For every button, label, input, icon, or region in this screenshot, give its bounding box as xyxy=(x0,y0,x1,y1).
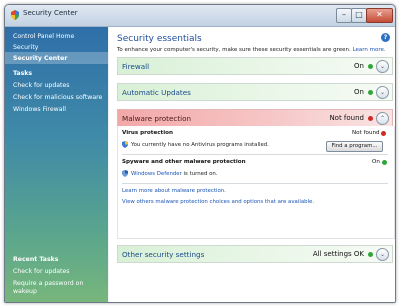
firewall-status-dot-icon xyxy=(368,64,373,69)
other-security-settings-section[interactable]: Other security settings All settings OK … xyxy=(117,245,393,263)
windows-defender-link[interactable]: Windows Defender xyxy=(131,171,182,177)
security-center-icon xyxy=(11,10,19,20)
malware-protection-label: Malware protection xyxy=(122,114,192,123)
automatic-updates-section[interactable]: Automatic Updates On ⌄ xyxy=(117,83,393,101)
window-title: Security Center xyxy=(23,9,78,17)
security-shield-icon xyxy=(122,141,128,148)
main-content: ? Security essentials To enhance your co… xyxy=(109,27,395,302)
spyware-protection-title: Spyware and other malware protection xyxy=(122,159,246,165)
learn-more-link[interactable]: Learn more. xyxy=(353,47,386,53)
sidebar-item-security-center[interactable]: Security Center xyxy=(13,55,67,62)
sidebar: Control Panel Home Security Security Cen… xyxy=(5,27,108,302)
other-security-settings-label: Other security settings xyxy=(122,250,205,259)
recent-task-check-for-updates[interactable]: Check for updates xyxy=(13,268,70,275)
automatic-updates-status: On xyxy=(354,88,364,96)
virus-protection-title: Virus protection xyxy=(122,130,173,136)
windows-defender-line: Windows Defender is turned on. xyxy=(131,171,218,177)
other-security-expand-chevron-icon[interactable]: ⌄ xyxy=(376,248,389,261)
task-windows-firewall[interactable]: Windows Firewall xyxy=(13,106,66,113)
intro-text: To enhance your computer's security, mak… xyxy=(117,47,386,53)
find-a-program-button[interactable]: Find a program... xyxy=(326,141,383,152)
automatic-updates-expand-chevron-icon[interactable]: ⌄ xyxy=(376,86,389,99)
malware-protection-details: Virus protection Not found You currently… xyxy=(117,126,395,239)
sidebar-item-control-panel-home[interactable]: Control Panel Home xyxy=(13,33,74,40)
task-check-for-updates[interactable]: Check for updates xyxy=(13,82,70,89)
malware-protection-section[interactable]: Malware protection Not found ⌃ xyxy=(117,109,393,127)
virus-protection-text: You currently have no Antivirus programs… xyxy=(131,142,269,148)
learn-more-malware-link[interactable]: Learn more about malware protection. xyxy=(122,188,226,194)
malware-protection-status-dot-icon xyxy=(368,116,373,121)
virus-protection-status: Not found xyxy=(352,130,380,136)
detail-divider xyxy=(122,154,388,155)
firewall-expand-chevron-icon[interactable]: ⌄ xyxy=(376,60,389,73)
malware-protection-collapse-chevron-icon[interactable]: ⌃ xyxy=(376,112,389,125)
sidebar-item-security[interactable]: Security xyxy=(13,44,38,51)
security-center-window: Security Center – □ ✕ Control Panel Home… xyxy=(4,4,396,303)
maximize-button[interactable]: □ xyxy=(351,8,367,23)
automatic-updates-status-dot-icon xyxy=(368,90,373,95)
close-button[interactable]: ✕ xyxy=(366,8,393,23)
other-security-settings-status: All settings OK xyxy=(312,250,364,258)
recent-task-require-password[interactable]: Require a password on wakeup xyxy=(13,280,98,295)
firewall-label: Firewall xyxy=(122,62,150,71)
firewall-status: On xyxy=(354,62,364,70)
spyware-status-dot-icon xyxy=(382,160,387,165)
virus-status-dot-icon xyxy=(381,131,386,136)
title-bar[interactable]: Security Center – □ ✕ xyxy=(5,5,395,27)
firewall-section[interactable]: Firewall On ⌄ xyxy=(117,57,393,75)
help-icon[interactable]: ? xyxy=(381,33,390,42)
minimize-button[interactable]: – xyxy=(336,8,352,23)
windows-defender-icon xyxy=(122,170,128,177)
task-check-malicious-software[interactable]: Check for malicious software xyxy=(13,94,102,101)
other-security-status-dot-icon xyxy=(368,252,373,257)
tasks-heading: Tasks xyxy=(13,70,33,77)
page-title: Security essentials xyxy=(117,34,202,44)
malware-protection-status: Not found xyxy=(329,114,364,122)
view-malware-choices-link[interactable]: View others malware protection choices a… xyxy=(122,199,314,205)
windows-defender-status-text: is turned on. xyxy=(183,171,218,177)
intro-text-body: To enhance your computer's security, mak… xyxy=(117,47,351,53)
spyware-protection-status: On xyxy=(372,159,380,165)
automatic-updates-label: Automatic Updates xyxy=(122,88,191,97)
recent-tasks-heading: Recent Tasks xyxy=(13,256,59,263)
detail-divider-2 xyxy=(122,183,388,184)
